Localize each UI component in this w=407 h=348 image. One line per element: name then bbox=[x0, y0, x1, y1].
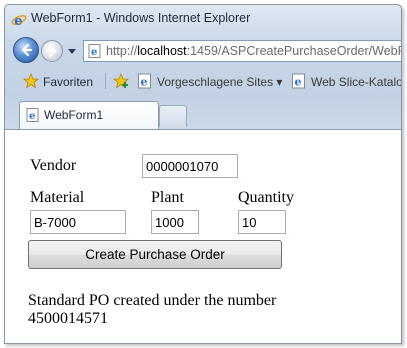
url-host: localhost bbox=[137, 44, 187, 58]
address-bar[interactable]: e http://localhost:1459/ASPCreatePurchas… bbox=[83, 40, 402, 62]
po-number: 4500014571 bbox=[28, 310, 108, 327]
forward-arrow-icon bbox=[46, 45, 56, 57]
back-arrow-icon bbox=[21, 43, 33, 57]
svg-text:e: e bbox=[295, 76, 302, 89]
title-bar: e WebForm1 - Windows Internet Explorer bbox=[5, 5, 401, 33]
svg-text:e: e bbox=[29, 111, 35, 122]
result-text: Standard PO created under the number bbox=[28, 292, 277, 309]
result-message: Standard PO created under the number 450… bbox=[28, 292, 358, 328]
address-url[interactable]: http://localhost:1459/ASPCreatePurchaseO… bbox=[106, 44, 402, 58]
plant-label: Plant bbox=[151, 189, 184, 206]
add-favorite-icon[interactable] bbox=[113, 73, 129, 89]
vendor-input[interactable] bbox=[142, 154, 238, 178]
page-ie-icon: e bbox=[88, 44, 101, 58]
window-title: WebForm1 - Windows Internet Explorer bbox=[31, 11, 251, 25]
material-input[interactable] bbox=[30, 210, 126, 234]
back-button[interactable] bbox=[13, 37, 39, 63]
favorites-button[interactable]: Favoriten bbox=[43, 75, 93, 89]
url-path: :1459/ASPCreatePurchaseOrder/WebF bbox=[186, 44, 402, 58]
material-label: Material bbox=[30, 189, 85, 206]
tab-ie-icon: e bbox=[26, 108, 39, 122]
tab-label: WebForm1 bbox=[44, 108, 104, 122]
web-slice-gallery-link[interactable]: Web Slice-Katalog bbox=[311, 75, 401, 89]
create-purchase-order-button[interactable]: Create Purchase Order bbox=[28, 240, 282, 269]
svg-text:e: e bbox=[141, 76, 148, 89]
svg-text:e: e bbox=[91, 47, 97, 58]
tab-webform1[interactable]: e WebForm1 bbox=[19, 101, 159, 129]
suggested-sites-link[interactable]: Vorgeschlagene Sites ▾ bbox=[157, 75, 282, 89]
suggested-sites-icon: e bbox=[138, 73, 151, 89]
web-slice-icon: e bbox=[292, 73, 305, 89]
vendor-label: Vendor bbox=[30, 157, 77, 174]
url-scheme: http:// bbox=[106, 44, 138, 58]
svg-text:e: e bbox=[14, 14, 22, 28]
star-icon bbox=[23, 73, 39, 89]
favorites-separator bbox=[105, 73, 106, 89]
plant-input[interactable] bbox=[151, 210, 199, 234]
new-tab-button[interactable] bbox=[159, 105, 187, 127]
quantity-input[interactable] bbox=[238, 210, 286, 234]
ie-logo-icon: e bbox=[11, 14, 27, 28]
quantity-label: Quantity bbox=[238, 189, 294, 206]
recent-pages-dropdown-icon[interactable] bbox=[67, 47, 77, 55]
forward-button[interactable] bbox=[41, 40, 63, 62]
